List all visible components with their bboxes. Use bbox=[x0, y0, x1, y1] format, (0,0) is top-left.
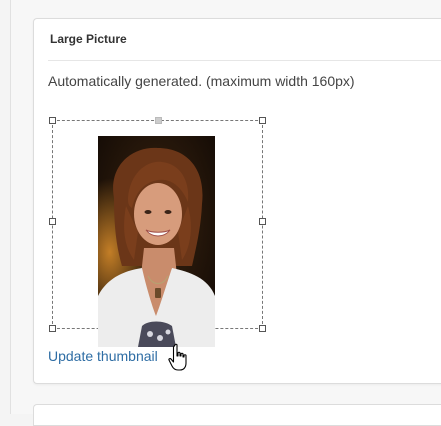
resize-handle-top[interactable] bbox=[155, 117, 162, 124]
card-divider bbox=[48, 60, 441, 61]
next-card bbox=[33, 404, 441, 426]
resize-handle-right[interactable] bbox=[259, 218, 266, 225]
large-picture-card: Large Picture Automatically generated. (… bbox=[33, 18, 441, 384]
resize-handle-top-left[interactable] bbox=[49, 117, 56, 124]
resize-handle-bottom-left[interactable] bbox=[49, 325, 56, 332]
hand-pointer-icon bbox=[167, 343, 193, 373]
resize-handle-top-right[interactable] bbox=[259, 117, 266, 124]
helper-text: Automatically generated. (maximum width … bbox=[48, 73, 355, 89]
update-thumbnail-link[interactable]: Update thumbnail bbox=[48, 348, 158, 364]
resize-handle-bottom-right[interactable] bbox=[259, 325, 266, 332]
card-title: Large Picture bbox=[50, 32, 127, 46]
resize-handle-left[interactable] bbox=[49, 218, 56, 225]
profile-photo bbox=[98, 136, 215, 347]
